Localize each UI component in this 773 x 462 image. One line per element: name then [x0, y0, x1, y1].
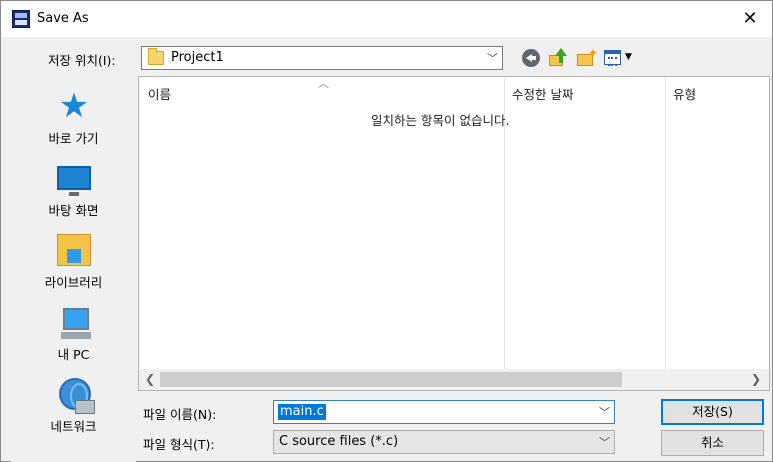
folder-icon: [148, 48, 164, 65]
place-label: 바탕 화면: [48, 203, 99, 218]
chevron-down-icon[interactable]: ﹀: [487, 50, 498, 66]
up-folder-icon[interactable]: [549, 48, 569, 68]
place-label: 네트워크: [50, 419, 97, 434]
filetype-value: C source files (*.c): [279, 434, 399, 449]
save-location-dropdown[interactable]: Project1 ﹀: [141, 46, 503, 70]
network-icon: [59, 378, 95, 414]
place-label: 내 PC: [57, 347, 90, 362]
places-bar: ★ 바로 가기 바탕 화면 라이브러리 내 PC 네트워크: [11, 76, 136, 462]
column-header-name[interactable]: 이름: [148, 84, 171, 103]
place-this-pc[interactable]: 내 PC: [11, 298, 136, 368]
column-header-date-modified[interactable]: 수정한 날짜: [512, 84, 573, 103]
filename-label: 파일 이름(N):: [143, 407, 217, 422]
close-button[interactable]: ✕: [727, 1, 773, 37]
chevron-down-icon[interactable]: ﹀: [599, 434, 610, 450]
libraries-icon: [57, 234, 91, 266]
filename-input[interactable]: main.c ﹀: [273, 400, 615, 424]
chevron-down-icon[interactable]: ﹀: [599, 404, 610, 420]
scrollbar-thumb[interactable]: [160, 372, 622, 387]
new-folder-icon[interactable]: ✦: [577, 46, 598, 68]
filetype-label: 파일 형식(T):: [143, 437, 215, 452]
window-title: Save As: [37, 11, 89, 26]
save-location-label: 저장 위치(I):: [48, 53, 116, 68]
place-desktop[interactable]: 바탕 화면: [11, 154, 136, 224]
save-button[interactable]: 저장(S): [661, 399, 764, 425]
place-label: 라이브러리: [44, 275, 103, 290]
title-bar[interactable]: Save As ✕: [1, 1, 772, 37]
place-network[interactable]: 네트워크: [11, 370, 136, 440]
save-as-dialog: Save As ✕ 저장 위치(I): Project1 ﹀ ✦ ▼ ★ 바로 …: [0, 0, 773, 462]
column-divider[interactable]: [665, 77, 666, 369]
this-pc-icon: [61, 308, 91, 339]
place-libraries[interactable]: 라이브러리: [11, 226, 136, 296]
view-menu-icon[interactable]: ▼: [604, 48, 634, 68]
file-list[interactable]: 이름 ︿ 수정한 날짜 유형 일치하는 항목이 없습니다. ❮ ❯: [138, 76, 770, 391]
save-location-value: Project1: [171, 50, 224, 65]
app-icon: [12, 10, 30, 28]
desktop-icon: [57, 166, 91, 196]
sort-ascending-icon: ︿: [318, 77, 329, 90]
place-quick-access[interactable]: ★ 바로 가기: [11, 82, 136, 152]
scroll-right-icon[interactable]: ❯: [751, 372, 761, 386]
back-icon[interactable]: [522, 49, 540, 67]
place-label: 바로 가기: [48, 131, 99, 146]
cancel-button[interactable]: 취소: [661, 430, 764, 456]
horizontal-scrollbar[interactable]: ❮ ❯: [139, 369, 769, 390]
column-header-type[interactable]: 유형: [673, 84, 696, 103]
filetype-dropdown[interactable]: C source files (*.c) ﹀: [273, 430, 615, 454]
quick-access-star-icon: ★: [58, 86, 90, 126]
empty-message: 일치하는 항목이 없습니다.: [371, 113, 510, 128]
scroll-left-icon[interactable]: ❮: [145, 372, 155, 386]
filename-value[interactable]: main.c: [278, 404, 326, 420]
